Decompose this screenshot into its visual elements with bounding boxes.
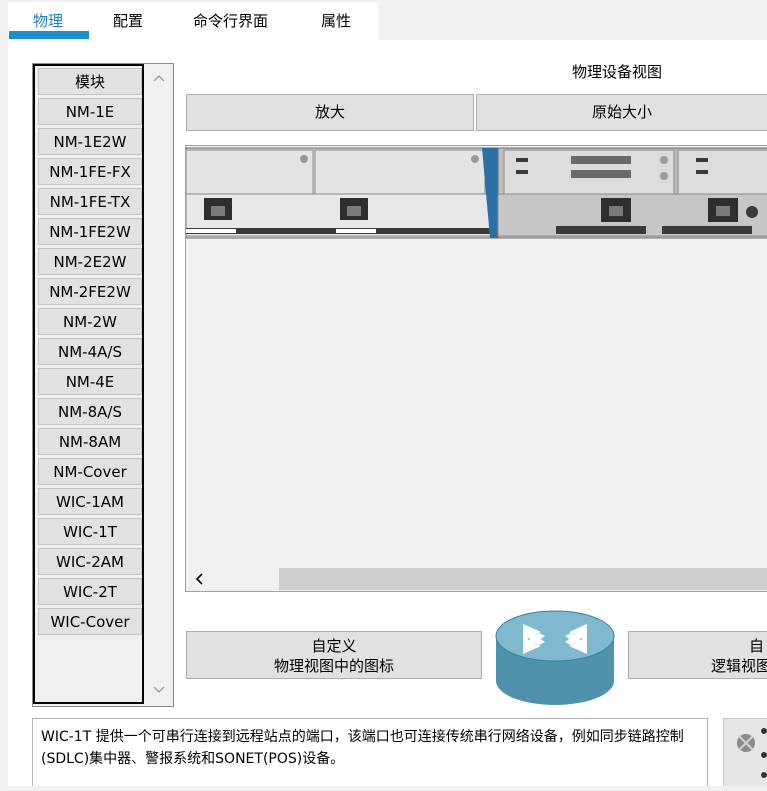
module-item[interactable]: NM-2E2W — [38, 248, 142, 275]
module-preview-image — [737, 728, 767, 778]
tab-config[interactable]: 配置 — [113, 10, 143, 31]
tab-bar: 物理 配置 命令行界面 属性 — [0, 0, 767, 40]
module-item[interactable]: NM-1FE2W — [38, 218, 142, 245]
device-view-hscrollbar[interactable] — [186, 567, 767, 591]
module-item[interactable]: NM-1E — [38, 98, 142, 125]
button-label-line1: 自定义 — [311, 637, 357, 655]
zoom-in-button[interactable]: 放大 — [186, 94, 474, 131]
module-item[interactable]: NM-2FE2W — [38, 278, 142, 305]
physical-view-title: 物理设备视图 — [572, 63, 663, 81]
module-description: WIC-1T 提供一个可串行连接到远程站点的端口，该端口也可连接传统串行网络设备… — [32, 718, 708, 786]
tab-cli[interactable]: 命令行界面 — [193, 10, 268, 31]
hscroll-thumb[interactable] — [279, 568, 767, 590]
module-preview — [723, 718, 767, 786]
module-list-scrollbar[interactable] — [145, 64, 172, 704]
scroll-left-icon[interactable] — [195, 573, 203, 585]
physical-device-view[interactable] — [185, 145, 767, 592]
router-icon — [495, 610, 615, 705]
active-tab-indicator — [9, 31, 89, 39]
module-item[interactable]: NM-1E2W — [38, 128, 142, 155]
module-item[interactable]: WIC-1AM — [38, 488, 142, 515]
tab-physical[interactable]: 物理 — [33, 10, 63, 31]
module-item[interactable]: NM-8A/S — [38, 398, 142, 425]
module-item[interactable]: WIC-1T — [38, 518, 142, 545]
module-list[interactable]: 模块 NM-1E NM-1E2W NM-1FE-FX NM-1FE-TX NM-… — [33, 64, 144, 704]
scroll-down-icon[interactable] — [153, 686, 165, 694]
module-item[interactable]: NM-4A/S — [38, 338, 142, 365]
module-item[interactable]: NM-2W — [38, 308, 142, 335]
button-label-line1: 自 — [749, 637, 765, 655]
module-item[interactable]: WIC-Cover — [38, 608, 142, 635]
module-item[interactable]: NM-4E — [38, 368, 142, 395]
module-item[interactable]: WIC-2AM — [38, 548, 142, 575]
module-item[interactable]: NM-1FE-FX — [38, 158, 142, 185]
module-item[interactable]: WIC-2T — [38, 578, 142, 605]
router-chassis-image[interactable] — [186, 146, 767, 246]
tab-attributes[interactable]: 属性 — [321, 10, 351, 31]
scroll-up-icon[interactable] — [153, 74, 165, 82]
button-label-line2: 逻辑视图 — [711, 657, 767, 675]
module-item[interactable]: NM-8AM — [38, 428, 142, 455]
original-size-button[interactable]: 原始大小 — [476, 94, 767, 131]
module-item[interactable]: NM-Cover — [38, 458, 142, 485]
module-list-header: 模块 — [38, 68, 142, 95]
button-label-line2: 物理视图中的图标 — [273, 657, 394, 675]
customize-logical-icon-button[interactable]: 自 逻辑视图 — [628, 631, 767, 679]
customize-physical-icon-button[interactable]: 自定义 物理视图中的图标 — [186, 631, 482, 679]
module-item[interactable]: NM-1FE-TX — [38, 188, 142, 215]
